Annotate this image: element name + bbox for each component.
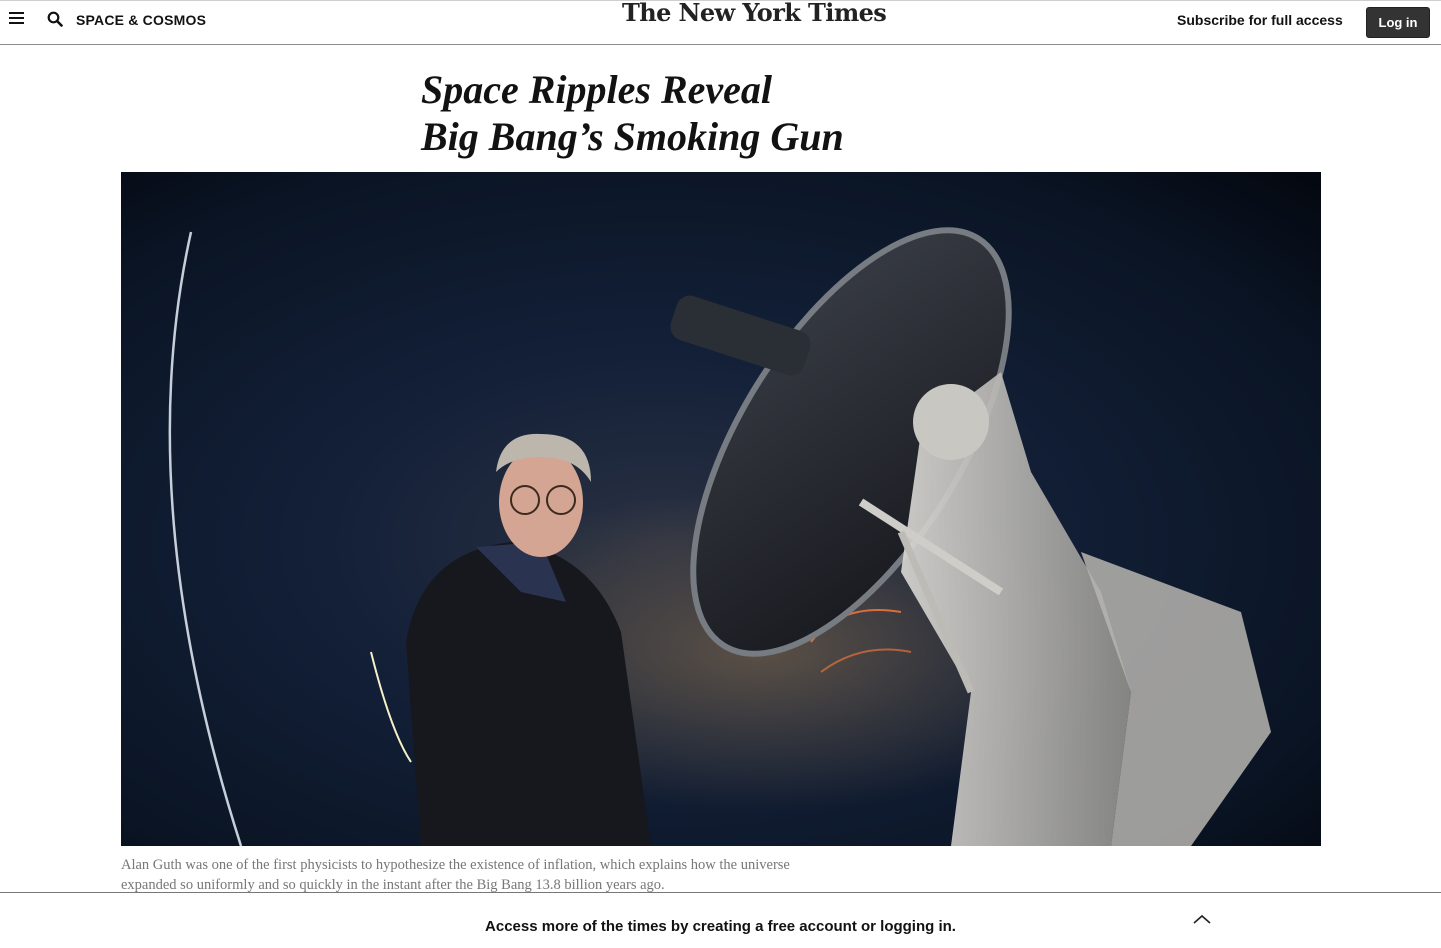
- search-icon[interactable]: [47, 11, 63, 27]
- photo-caption: Alan Guth was one of the first physicist…: [121, 857, 790, 893]
- registration-banner-text[interactable]: Access more of the times by creating a f…: [0, 918, 1441, 935]
- section-label[interactable]: SPACE & COSMOS: [76, 12, 206, 28]
- subscribe-link[interactable]: Subscribe for full access: [1177, 12, 1343, 28]
- login-button[interactable]: Log in: [1366, 7, 1430, 38]
- headline-line-2: Big Bang’s Smoking Gun: [421, 114, 844, 159]
- headline-line-1: Space Ripples Reveal: [421, 67, 773, 112]
- hamburger-menu-icon[interactable]: [9, 12, 24, 26]
- registration-banner: Access more of the times by creating a f…: [0, 892, 1441, 948]
- top-navigation-bar: SPACE & COSMOS The New York Times Subscr…: [0, 0, 1441, 45]
- article-headline: Space Ripples Reveal Big Bang’s Smoking …: [421, 66, 844, 160]
- article-photo: [121, 172, 1321, 846]
- nyt-logo[interactable]: The New York Times: [622, 0, 887, 30]
- chevron-up-icon[interactable]: [1192, 912, 1212, 924]
